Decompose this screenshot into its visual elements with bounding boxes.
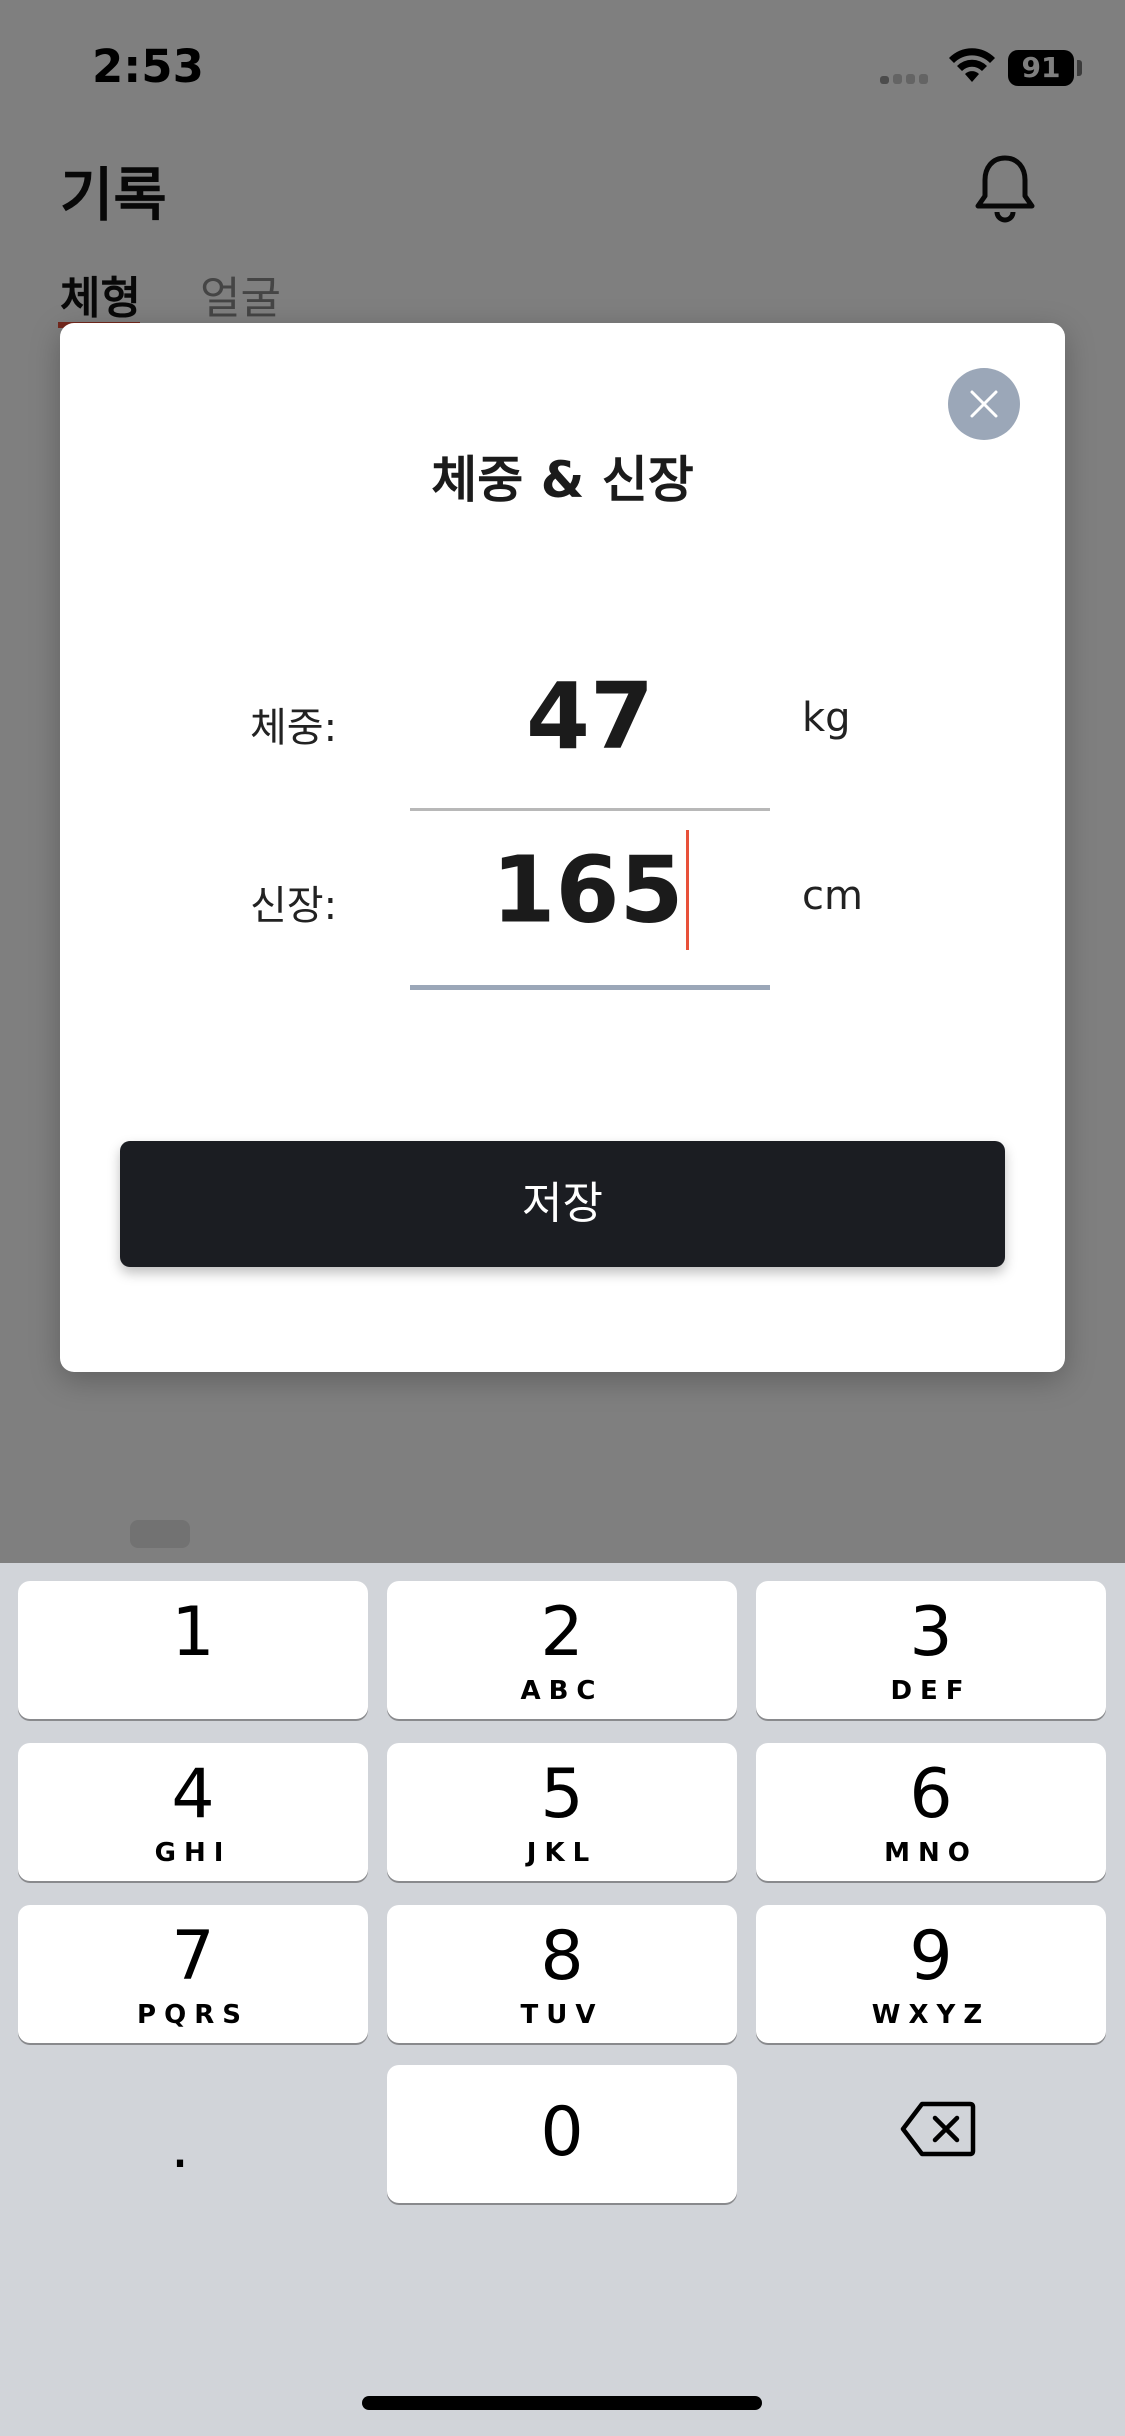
- key-letters: MNO: [884, 1838, 978, 1868]
- key-6[interactable]: 6 MNO: [756, 1743, 1106, 1881]
- key-4[interactable]: 4 GHI: [18, 1743, 368, 1881]
- key-7[interactable]: 7 PQRS: [18, 1905, 368, 2043]
- key-2[interactable]: 2 ABC: [387, 1581, 737, 1719]
- key-letters: TUV: [520, 2000, 604, 2030]
- key-letters: DEF: [890, 1676, 972, 1706]
- close-button[interactable]: [948, 368, 1020, 440]
- height-unit: cm: [802, 873, 863, 919]
- height-input[interactable]: 165: [410, 830, 770, 956]
- save-button[interactable]: 저장: [120, 1141, 1005, 1267]
- height-label: 신장:: [250, 883, 338, 929]
- weight-label: 체중:: [250, 705, 338, 751]
- key-letters: PQRS: [137, 2000, 249, 2030]
- key-letters: ABC: [520, 1676, 604, 1706]
- key-letters: GHI: [154, 1838, 232, 1868]
- backspace-icon[interactable]: [900, 2100, 976, 2158]
- close-icon: [970, 390, 998, 418]
- weight-height-modal: 체중 & 신장 체중: 47 kg 신장: 165 cm 저장: [60, 323, 1065, 1372]
- key-8[interactable]: 8 TUV: [387, 1905, 737, 2043]
- height-input-underline: [410, 985, 770, 990]
- weight-value: 47: [525, 663, 655, 770]
- key-digit: 0: [540, 2093, 584, 2172]
- key-decimal[interactable]: .: [160, 2112, 200, 2182]
- weight-unit: kg: [802, 695, 851, 741]
- weight-input[interactable]: 47: [410, 663, 770, 770]
- key-9[interactable]: 9 WXYZ: [756, 1905, 1106, 2043]
- weight-input-underline: [410, 808, 770, 811]
- key-digit: 3: [909, 1593, 953, 1672]
- key-digit: 8: [540, 1917, 584, 1996]
- key-digit: 1: [171, 1593, 215, 1672]
- key-digit: 5: [540, 1755, 584, 1834]
- key-letters: WXYZ: [871, 2000, 991, 2030]
- home-indicator[interactable]: [362, 2396, 762, 2410]
- modal-title: 체중 & 신장: [431, 451, 694, 509]
- key-digit: 6: [909, 1755, 953, 1834]
- height-value: 165: [491, 836, 684, 944]
- key-3[interactable]: 3 DEF: [756, 1581, 1106, 1719]
- key-0[interactable]: 0: [387, 2065, 737, 2203]
- key-1[interactable]: 1: [18, 1581, 368, 1719]
- text-cursor: [685, 830, 689, 950]
- key-5[interactable]: 5 JKL: [387, 1743, 737, 1881]
- key-letters: JKL: [526, 1838, 598, 1868]
- key-digit: 9: [909, 1917, 953, 1996]
- key-digit: 4: [171, 1755, 215, 1834]
- key-digit: 2: [540, 1593, 584, 1672]
- key-digit: 7: [171, 1917, 215, 1996]
